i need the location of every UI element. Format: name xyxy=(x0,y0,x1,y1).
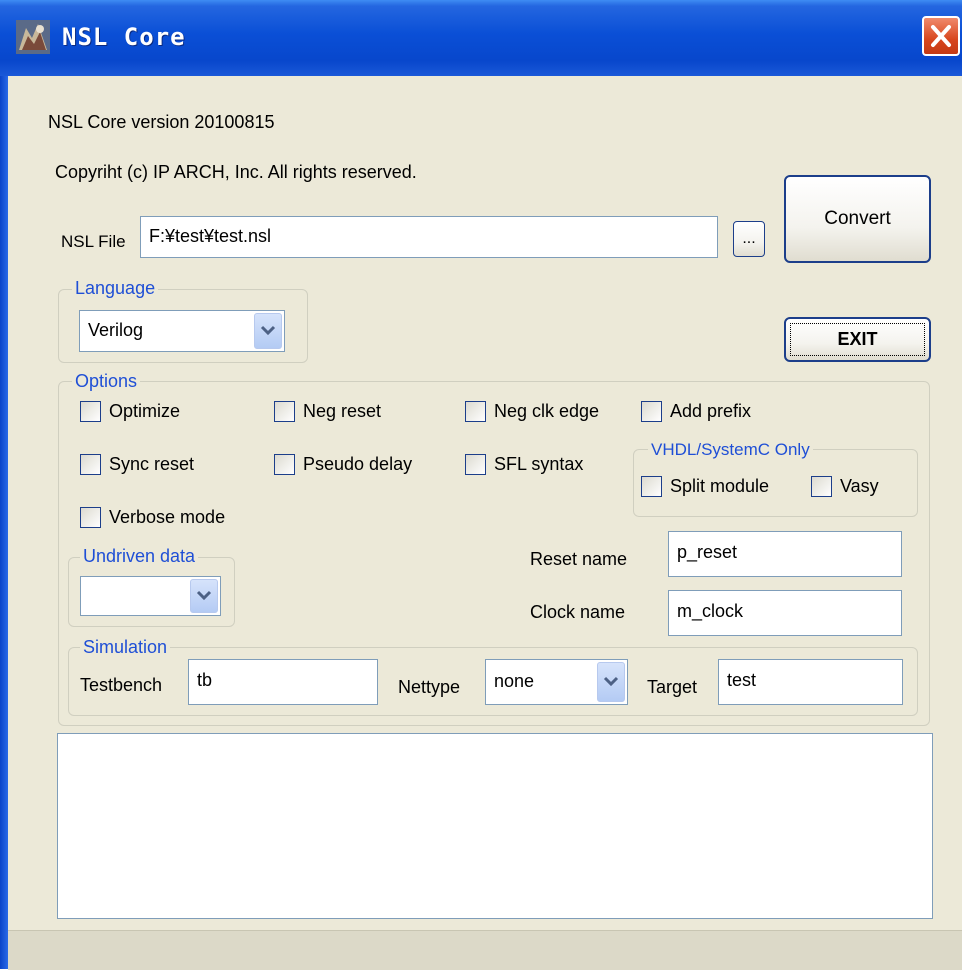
neg-clk-edge-checkbox-box[interactable] xyxy=(465,401,486,422)
reset-name-input[interactable]: p_reset xyxy=(668,531,902,577)
pseudo-delay-checkbox-box[interactable] xyxy=(274,454,295,475)
neg-clk-edge-label: Neg clk edge xyxy=(494,401,600,421)
target-value: test xyxy=(727,670,757,690)
add-prefix-label: Add prefix xyxy=(670,401,752,421)
split-module-checkbox[interactable]: Split module xyxy=(641,476,769,497)
status-bar xyxy=(8,930,962,970)
testbench-label: Testbench xyxy=(80,675,163,695)
nettype-select[interactable]: none xyxy=(485,659,628,705)
chevron-down-icon xyxy=(196,590,212,601)
reset-name-value: p_reset xyxy=(677,542,738,562)
title-bar[interactable]: NSL Core xyxy=(0,0,962,76)
optimize-checkbox-box[interactable] xyxy=(80,401,101,422)
vhdl-systemc-group-title: VHDL/SystemC Only xyxy=(648,440,813,460)
sync-reset-checkbox[interactable]: Sync reset xyxy=(80,454,194,475)
add-prefix-checkbox[interactable]: Add prefix xyxy=(641,401,751,422)
convert-button[interactable]: Convert xyxy=(784,175,931,263)
verbose-mode-checkbox[interactable]: Verbose mode xyxy=(80,507,225,528)
nettype-dropdown-arrow[interactable] xyxy=(597,662,625,702)
target-label: Target xyxy=(647,677,698,697)
chevron-down-icon xyxy=(260,325,276,336)
convert-label: Convert xyxy=(824,208,891,229)
add-prefix-checkbox-box[interactable] xyxy=(641,401,662,422)
verbose-mode-checkbox-box[interactable] xyxy=(80,507,101,528)
close-button[interactable] xyxy=(922,16,960,56)
undriven-data-group-title: Undriven data xyxy=(80,546,199,567)
version-label: NSL Core version 20100815 xyxy=(48,112,275,132)
clock-name-value: m_clock xyxy=(677,601,744,621)
neg-reset-checkbox-box[interactable] xyxy=(274,401,295,422)
verbose-mode-label: Verbose mode xyxy=(109,507,226,527)
vasy-label: Vasy xyxy=(840,476,879,496)
exit-button[interactable]: EXIT xyxy=(784,317,931,362)
neg-clk-edge-checkbox[interactable]: Neg clk edge xyxy=(465,401,599,422)
testbench-value: tb xyxy=(197,670,213,690)
language-select[interactable]: Verilog xyxy=(79,310,285,352)
neg-reset-label: Neg reset xyxy=(303,401,382,421)
main-window: NSL Core NSL Core version 20100815 Copyr… xyxy=(0,0,962,970)
nsl-file-value: F:¥test¥test.nsl xyxy=(149,226,272,246)
browse-button[interactable]: ... xyxy=(733,221,765,257)
app-icon xyxy=(16,20,50,54)
sync-reset-label: Sync reset xyxy=(109,454,195,474)
window-title: NSL Core xyxy=(62,23,186,51)
split-module-label: Split module xyxy=(670,476,770,496)
browse-label: ... xyxy=(742,230,756,247)
sfl-syntax-checkbox[interactable]: SFL syntax xyxy=(465,454,583,475)
log-output-area[interactable] xyxy=(57,733,933,919)
exit-label: EXIT xyxy=(837,329,878,349)
undriven-dropdown-arrow[interactable] xyxy=(190,579,218,613)
sfl-syntax-label: SFL syntax xyxy=(494,454,584,474)
chevron-down-icon xyxy=(603,676,619,687)
copyright-label: Copyriht (c) IP ARCH, Inc. All rights re… xyxy=(55,162,417,182)
target-input[interactable]: test xyxy=(718,659,903,705)
testbench-input[interactable]: tb xyxy=(188,659,378,705)
pseudo-delay-label: Pseudo delay xyxy=(303,454,413,474)
vasy-checkbox-box[interactable] xyxy=(811,476,832,497)
split-module-checkbox-box[interactable] xyxy=(641,476,662,497)
nsl-file-label: NSL File xyxy=(61,232,126,251)
vasy-checkbox[interactable]: Vasy xyxy=(811,476,879,497)
undriven-data-select[interactable] xyxy=(80,576,221,616)
window-frame-left xyxy=(0,76,8,969)
simulation-group-title: Simulation xyxy=(80,637,171,658)
language-group-title: Language xyxy=(72,278,159,299)
optimize-label: Optimize xyxy=(109,401,181,421)
nettype-label: Nettype xyxy=(398,677,461,697)
language-dropdown-arrow[interactable] xyxy=(254,313,282,349)
nettype-select-value: none xyxy=(494,671,535,691)
nsl-file-input[interactable]: F:¥test¥test.nsl xyxy=(140,216,718,258)
optimize-checkbox[interactable]: Optimize xyxy=(80,401,180,422)
clock-name-label: Clock name xyxy=(530,602,626,622)
language-select-value: Verilog xyxy=(88,320,144,340)
clock-name-input[interactable]: m_clock xyxy=(668,590,902,636)
close-icon xyxy=(931,25,951,47)
pseudo-delay-checkbox[interactable]: Pseudo delay xyxy=(274,454,412,475)
options-group-title: Options xyxy=(72,371,141,392)
sfl-syntax-checkbox-box[interactable] xyxy=(465,454,486,475)
reset-name-label: Reset name xyxy=(530,549,628,569)
neg-reset-checkbox[interactable]: Neg reset xyxy=(274,401,381,422)
sync-reset-checkbox-box[interactable] xyxy=(80,454,101,475)
